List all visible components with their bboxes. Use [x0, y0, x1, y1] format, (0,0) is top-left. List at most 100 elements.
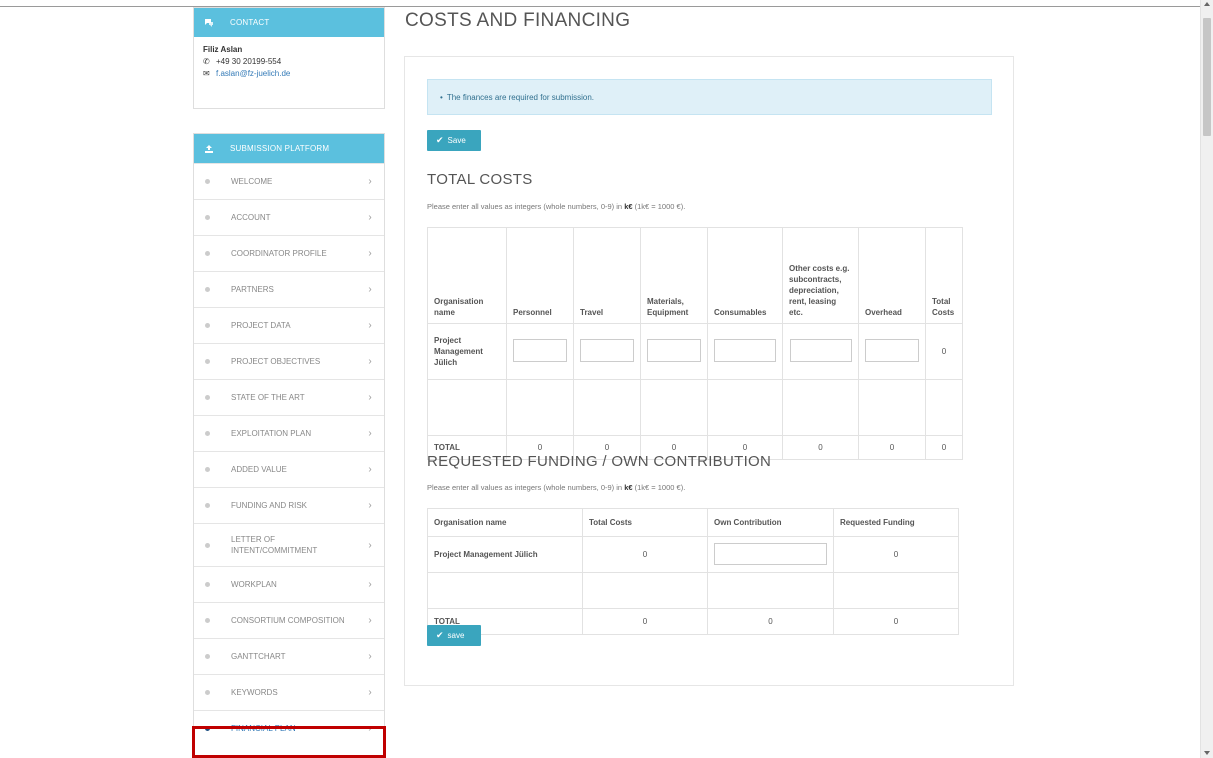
contact-email-link[interactable]: f.aslan@fz-juelich.de	[216, 68, 290, 80]
chevron-right-icon: ›	[368, 464, 372, 475]
scroll-down-arrow-icon[interactable]	[1204, 751, 1210, 755]
cell-own-contribution	[707, 536, 834, 573]
cell-materials	[640, 323, 708, 380]
sidebar-item-added-value[interactable]: ADDED VALUE ›	[194, 451, 384, 487]
sidebar-item-coordinator-profile[interactable]: COORDINATOR PROFILE ›	[194, 235, 384, 271]
sidebar-item-project-objectives[interactable]: PROJECT OBJECTIVES ›	[194, 343, 384, 379]
col-other-costs: Other costs e.g. subcontracts, depreciat…	[782, 227, 859, 324]
submission-platform-header: SUBMISSION PLATFORM	[194, 134, 384, 163]
spacer-row	[427, 572, 959, 609]
chevron-right-icon: ›	[368, 579, 372, 590]
col-personnel: Personnel	[506, 227, 574, 324]
phone-icon: ✆	[203, 57, 210, 66]
sidebar-item-project-data[interactable]: PROJECT DATA ›	[194, 307, 384, 343]
col-organisation-name: Organisation name	[427, 227, 507, 324]
total-overhead: 0	[858, 435, 926, 460]
row-organisation-name: Project Management Jülich	[427, 536, 583, 573]
chevron-right-icon: ›	[368, 176, 372, 187]
sidebar-item-workplan[interactable]: WORKPLAN ›	[194, 566, 384, 602]
own-contribution-input[interactable]	[714, 542, 827, 565]
save-button[interactable]: ✔ Save	[427, 130, 481, 151]
sidebar-item-financial-plan[interactable]: FINANCIAL PLAN ›	[194, 710, 384, 746]
status-dot-icon	[205, 582, 210, 587]
row-organisation-name: Project Management Jülich	[427, 323, 507, 380]
consumables-input[interactable]	[714, 339, 776, 362]
chevron-right-icon: ›	[368, 284, 372, 295]
personnel-input[interactable]	[513, 339, 567, 362]
sidebar-item-label: GANTTCHART	[231, 652, 286, 661]
check-icon: ✔	[436, 135, 444, 145]
sidebar-item-welcome[interactable]: WELCOME ›	[194, 163, 384, 199]
sidebar-item-label: WELCOME	[231, 177, 273, 186]
alert-text: The finances are required for submission…	[446, 92, 594, 102]
save-button-label: save	[447, 631, 465, 640]
info-alert: • The finances are required for submissi…	[427, 79, 992, 115]
sidebar-item-letter-of-intent[interactable]: LETTER OF INTENT/COMMITMENT ›	[194, 523, 384, 566]
total-own-contribution: 0	[707, 608, 834, 635]
scrollbar-thumb[interactable]	[1203, 18, 1211, 136]
note-text-end: (1k€ = 1000 €).	[632, 202, 686, 211]
overhead-input[interactable]	[865, 339, 919, 362]
table-row: Project Management Jülich 0	[427, 323, 963, 380]
contact-phone: +49 30 20199-554	[216, 57, 282, 66]
col-requested-funding: Requested Funding	[833, 508, 959, 537]
col-consumables: Consumables	[707, 227, 783, 324]
page-title: COSTS AND FINANCING	[405, 10, 631, 31]
contact-panel: CONTACT Filiz Aslan ✆ +49 30 20199-554 ✉…	[193, 7, 385, 109]
sidebar-item-label: PROJECT DATA	[231, 321, 291, 330]
sidebar-item-state-of-the-art[interactable]: STATE OF THE ART ›	[194, 379, 384, 415]
total-costs-note: Please enter all values as integers (who…	[427, 202, 685, 211]
chevron-right-icon: ›	[368, 428, 372, 439]
sidebar-item-label: COORDINATOR PROFILE	[231, 249, 327, 258]
chevron-right-icon: ›	[368, 539, 372, 551]
sidebar-item-label: PARTNERS	[231, 285, 274, 294]
status-dot-icon	[205, 503, 210, 508]
envelope-icon: ✉	[203, 69, 210, 78]
total-row: TOTAL 0 0 0	[427, 608, 959, 635]
sidebar-item-account[interactable]: ACCOUNT ›	[194, 199, 384, 235]
sidebar-item-partners[interactable]: PARTNERS ›	[194, 271, 384, 307]
cell-total-costs: 0	[582, 536, 708, 573]
save-button-label: Save	[447, 136, 466, 145]
status-dot-icon	[205, 431, 210, 436]
col-materials-equipment: Materials, Equipment	[640, 227, 708, 324]
status-dot-icon	[205, 690, 210, 695]
submission-platform-panel: SUBMISSION PLATFORM WELCOME › ACCOUNT › …	[193, 133, 385, 758]
bullet-icon: •	[440, 92, 443, 102]
other-costs-input[interactable]	[789, 339, 852, 362]
col-own-contribution: Own Contribution	[707, 508, 834, 537]
sidebar-item-consortium-composition[interactable]: CONSORTIUM COMPOSITION ›	[194, 602, 384, 638]
status-dot-icon	[205, 323, 210, 328]
sidebar-item-keywords[interactable]: KEYWORDS ›	[194, 674, 384, 710]
chevron-right-icon: ›	[368, 248, 372, 259]
col-overhead: Overhead	[858, 227, 926, 324]
sidebar-item-label: STATE OF THE ART	[231, 393, 305, 402]
scroll-up-arrow-icon[interactable]	[1204, 2, 1210, 6]
sidebar-item-label: CONSORTIUM COMPOSITION	[231, 616, 345, 625]
cell-overhead	[858, 323, 926, 380]
table-row: Project Management Jülich 0 0	[427, 536, 959, 573]
sidebar-item-ganttchart[interactable]: GANTTCHART ›	[194, 638, 384, 674]
chat-icon	[204, 18, 214, 28]
status-dot-icon	[205, 618, 210, 623]
chevron-right-icon: ›	[368, 651, 372, 662]
submission-header-label: SUBMISSION PLATFORM	[230, 144, 330, 153]
chevron-right-icon: ›	[368, 500, 372, 511]
status-dot-icon	[205, 467, 210, 472]
sidebar-item-label: ACCOUNT	[231, 213, 271, 222]
total-requested-funding: 0	[833, 608, 959, 635]
status-dot-icon	[205, 359, 210, 364]
vertical-scrollbar[interactable]	[1200, 0, 1213, 758]
total-costs-table: Organisation name Personnel Travel Mater…	[427, 227, 963, 460]
status-dot-icon	[205, 542, 210, 548]
sidebar-item-label: KEYWORDS	[231, 688, 278, 697]
submission-nav: WELCOME › ACCOUNT › COORDINATOR PROFILE …	[194, 163, 384, 746]
col-organisation-name: Organisation name	[427, 508, 583, 537]
travel-input[interactable]	[580, 339, 634, 362]
save-button-bottom[interactable]: ✔ save	[427, 625, 481, 646]
sidebar-item-funding-and-risk[interactable]: FUNDING AND RISK ›	[194, 487, 384, 523]
funding-table: Organisation name Total Costs Own Contri…	[427, 508, 959, 635]
sidebar-item-exploitation-plan[interactable]: EXPLOITATION PLAN ›	[194, 415, 384, 451]
contact-panel-header: CONTACT	[194, 8, 384, 37]
materials-input[interactable]	[647, 339, 701, 362]
